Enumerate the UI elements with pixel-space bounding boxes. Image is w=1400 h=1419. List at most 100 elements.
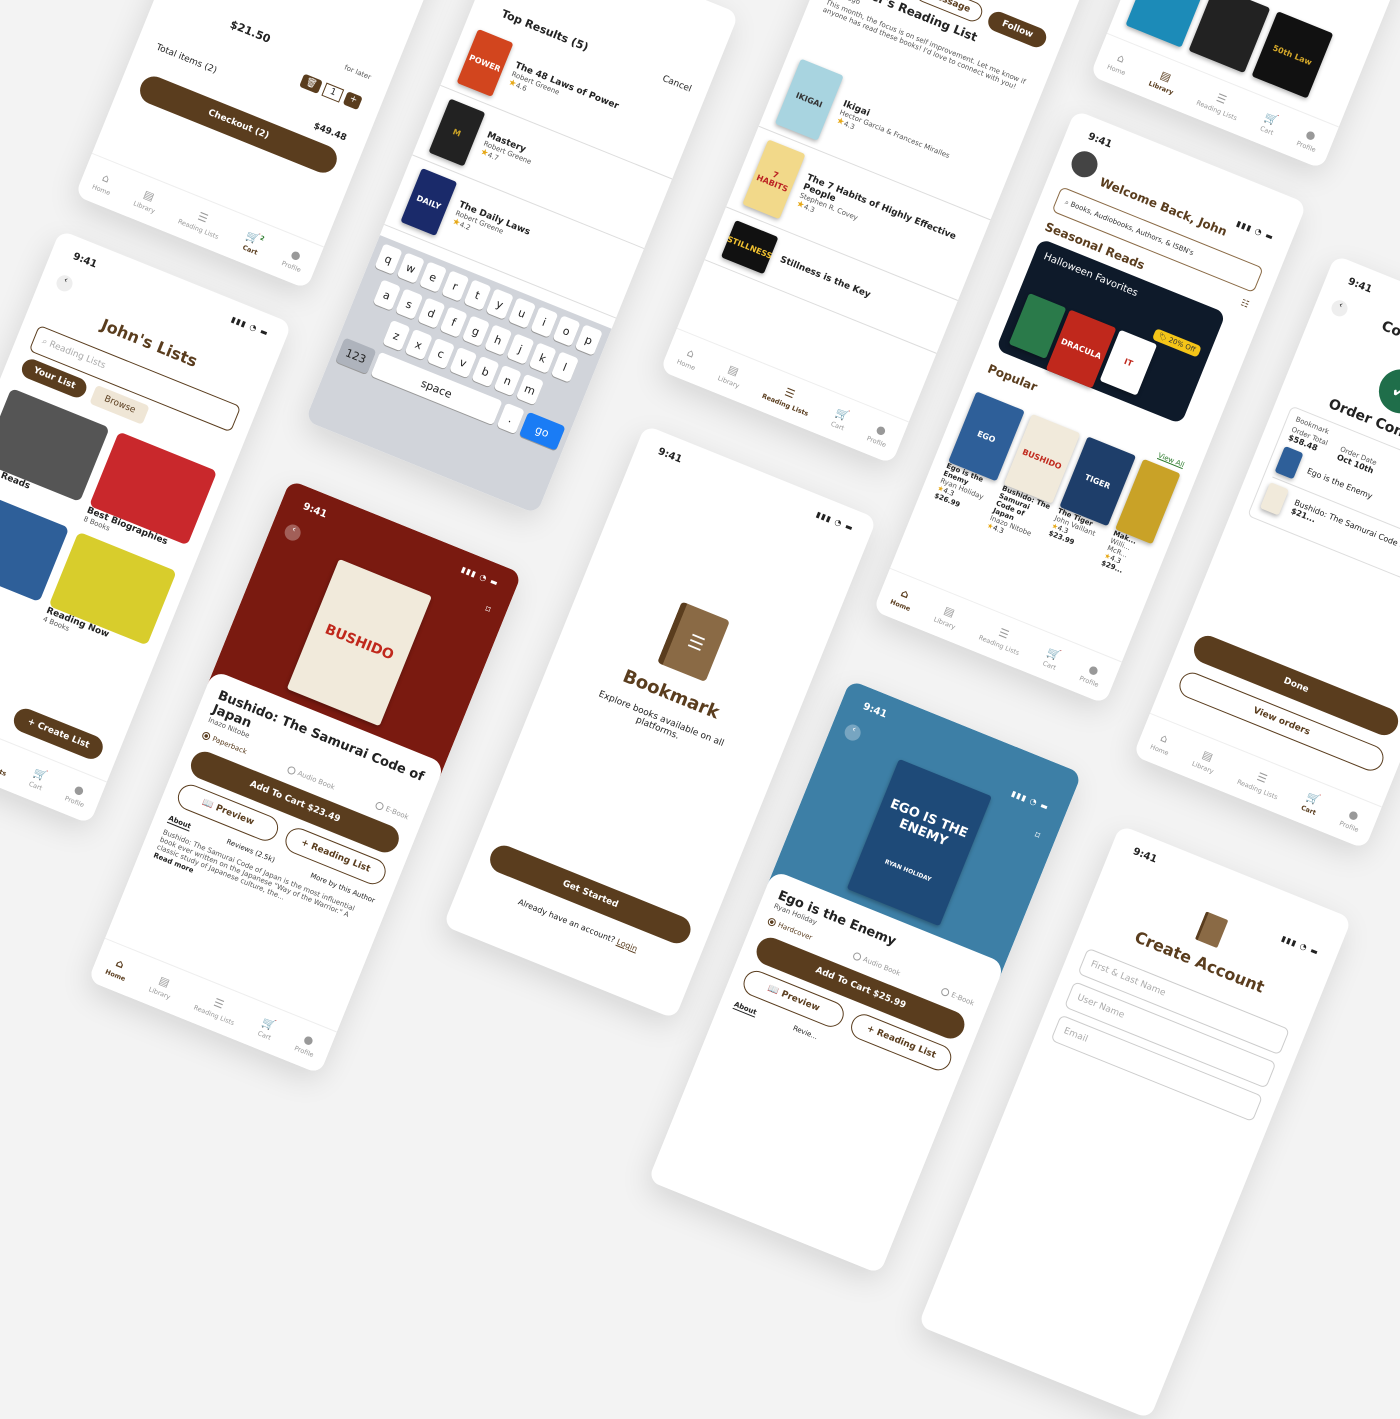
home-icon: ⌂ [113, 956, 127, 972]
nav-label: Profile [1078, 674, 1100, 690]
status-time: 9:41 [71, 251, 99, 271]
nav-reading-lists[interactable]: ☰Reading Lists [1195, 85, 1244, 122]
plus-icon[interactable]: + [343, 91, 363, 111]
book-rating: 4.6 [514, 81, 528, 94]
key-123[interactable]: 123 [335, 337, 377, 375]
tab-about[interactable]: About [166, 814, 193, 832]
status-time: 9:41 [656, 446, 684, 466]
nav-label: Profile [865, 434, 888, 450]
tab-about[interactable]: About [732, 1000, 758, 1018]
nav-library[interactable]: ▤ Library [147, 971, 178, 1002]
nav-label: Library [716, 374, 741, 391]
nav-reading-lists[interactable]: ☰Reading Lists [193, 990, 242, 1027]
nav-home[interactable]: ⌂ Home [104, 954, 132, 983]
home-icon: ⌂ [100, 171, 112, 186]
nav-cart[interactable]: 🛒 Cart [1300, 790, 1323, 817]
back-icon[interactable]: ‹ [1329, 297, 1350, 319]
nav-profile[interactable]: ● Profile [1295, 125, 1322, 154]
nav-library[interactable]: ▤ Library [1191, 746, 1221, 776]
login-link[interactable]: Login [615, 937, 638, 953]
profile-icon: ● [1303, 127, 1318, 143]
library-icon: ▤ [725, 362, 741, 379]
profile-icon: ● [289, 247, 303, 263]
nav-label: Home [90, 182, 112, 198]
key-go[interactable]: go [518, 411, 566, 451]
reading-list-icon: ☰ [1214, 91, 1229, 107]
reading-list-icon: ☰ [996, 625, 1011, 642]
status-icons: ▮▮▮ ◔ ▬ [1235, 218, 1276, 243]
library-icon: ▤ [141, 187, 157, 204]
cart-badge: 2 [258, 234, 266, 243]
nav-profile[interactable]: ● Profile [1338, 805, 1365, 834]
cart-summary: $21.50 for later 🗑 1 + Total items (2) $49.… [135, 0, 372, 177]
nav-label: Library [1190, 759, 1215, 776]
tab-reviews[interactable]: Revie... [791, 1024, 819, 1042]
nav-profile[interactable]: ● Profile [866, 420, 893, 449]
nav-profile[interactable]: ● Profile [293, 1030, 320, 1059]
key-p[interactable]: p [574, 324, 603, 356]
avatar[interactable] [1067, 147, 1102, 182]
book-rating: 4.3 [802, 202, 816, 215]
profile-icon: ● [874, 422, 888, 439]
nav-label: Library [1147, 79, 1175, 97]
profile-icon: ● [1086, 662, 1101, 678]
nav-library[interactable]: ▤ Library [132, 185, 162, 216]
nav-reading-lists[interactable]: ☰Reading Lists [761, 378, 815, 417]
nav-label: Home [889, 597, 912, 614]
nav-reading-lists[interactable]: ☰Reading Lists [1236, 764, 1285, 801]
library-icon: ▤ [1158, 68, 1173, 85]
profile-icon: ● [1346, 807, 1361, 823]
nav-cart[interactable]: 🛒 Cart [28, 766, 49, 792]
nav-home[interactable]: ⌂ Home [675, 344, 702, 373]
nav-profile[interactable]: ● Profile [280, 245, 307, 274]
home-icon: ⌂ [685, 345, 697, 361]
book-title: The 48 Laws of Power [513, 60, 621, 112]
nav-home[interactable]: ⌂ Home [1105, 49, 1132, 78]
status-time: 9:41 [1131, 846, 1159, 866]
trash-icon[interactable]: 🗑 [299, 73, 323, 94]
nav-home[interactable]: ⌂ Home [1149, 729, 1175, 757]
profile-icon: ● [72, 782, 86, 799]
status-icons: ▮▮▮ ◔ ▬ [814, 509, 856, 534]
key-l[interactable]: l [550, 351, 580, 383]
nav-cart[interactable]: 🛒 Cart [1041, 645, 1062, 671]
search-placeholder: Reading Lists [47, 339, 107, 372]
book-title: Stillness is the Key [778, 254, 872, 301]
home-icon: ⌂ [1115, 51, 1127, 66]
nav-profile[interactable]: ● Profile [64, 780, 91, 809]
back-icon[interactable]: ‹ [54, 272, 75, 294]
key-m[interactable]: m [515, 373, 545, 406]
format-ebook[interactable]: E-Book [374, 800, 410, 821]
nav-library[interactable]: ▤ Library [717, 360, 747, 390]
quantity-value[interactable]: 1 [321, 82, 345, 103]
nav-label: Library [147, 985, 172, 1002]
filter-icon[interactable]: ☷ [1239, 298, 1250, 310]
app-logo-icon [1194, 911, 1229, 949]
reading-list-icon: ☰ [211, 995, 226, 1012]
nav-reading-lists[interactable]: ☰Reading Lists [0, 738, 13, 778]
nav-library[interactable]: ▤ Library [932, 601, 963, 632]
nav-reading-lists[interactable]: ☰Reading Lists [978, 620, 1027, 657]
nav-cart[interactable]: 🛒2 Cart [240, 229, 265, 257]
nav-profile[interactable]: ● Profile [1078, 660, 1105, 689]
nav-cart[interactable]: 🛒 Cart [830, 406, 851, 432]
nav-label: Library [932, 615, 957, 632]
reading-list-icon: ☰ [782, 385, 797, 402]
check-icon: ✓ [1372, 362, 1400, 421]
nav-label: Reading Lists [0, 752, 8, 778]
library-icon: ▤ [1200, 747, 1215, 764]
nav-home[interactable]: ⌂ Home [90, 169, 117, 198]
book-cover: DAILY [400, 168, 458, 237]
status-time: 9:41 [1086, 131, 1114, 151]
nav-library[interactable]: ▤ Library [1147, 66, 1180, 97]
nav-label: Home [1105, 62, 1127, 78]
save-for-later-link[interactable]: for later [341, 63, 372, 86]
nav-reading-lists[interactable]: ☰Reading Lists [177, 203, 226, 241]
cancel-button[interactable]: Cancel [661, 73, 693, 94]
format-ebook[interactable]: E-Book [939, 986, 975, 1007]
nav-cart[interactable]: 🛒 Cart [1259, 111, 1280, 137]
status-icons: ▮▮▮ ◔ ▬ [229, 314, 271, 339]
nav-home[interactable]: ⌂ Home [889, 584, 917, 613]
nav-cart[interactable]: 🛒 Cart [256, 1015, 277, 1041]
nav-label: Home [675, 357, 697, 373]
